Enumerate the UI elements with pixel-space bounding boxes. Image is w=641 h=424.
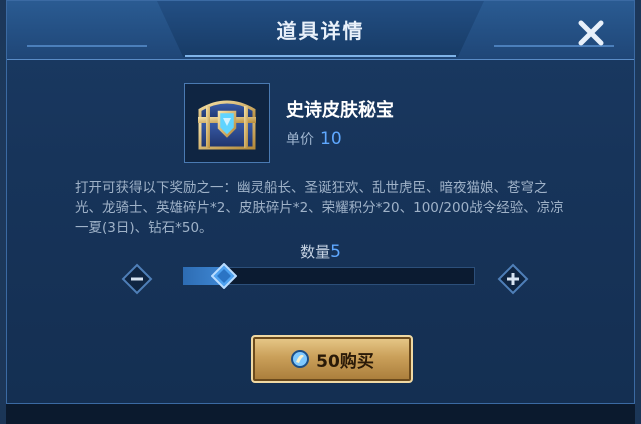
header-divider [185, 55, 456, 57]
unit-price-value: 10 [320, 129, 342, 149]
minus-icon [121, 263, 153, 295]
plus-icon [497, 263, 529, 295]
close-button[interactable] [573, 15, 609, 51]
coupon-icon [291, 350, 310, 368]
item-icon-frame [184, 83, 270, 163]
panel-shadow [6, 404, 635, 424]
header-decoration-left [27, 45, 147, 47]
close-icon [578, 20, 604, 46]
decrease-quantity-button[interactable] [121, 263, 153, 295]
treasure-chest-icon [198, 100, 256, 150]
slider-handle-icon [210, 262, 238, 290]
purchase-button[interactable]: 50购买 [251, 335, 413, 383]
item-detail-dialog: 道具详情 史诗皮肤秘宝 单价 10 打开可获得以下奖励之一：幽灵船长、圣诞狂欢、… [6, 0, 635, 404]
unit-price: 单价 10 [286, 129, 342, 149]
dialog-title: 道具详情 [276, 19, 365, 43]
purchase-label: 50购买 [316, 351, 374, 372]
item-name: 史诗皮肤秘宝 [286, 100, 394, 121]
increase-quantity-button[interactable] [497, 263, 529, 295]
item-description: 打开可获得以下奖励之一：幽灵船长、圣诞狂欢、乱世虎臣、暗夜猫娘、苍穹之光、龙骑士… [75, 180, 564, 236]
unit-price-label: 单价 [286, 132, 314, 148]
quantity-display: 数量5 [7, 241, 634, 262]
quantity-value: 5 [330, 242, 341, 262]
dialog-header: 道具详情 [7, 1, 634, 60]
quantity-slider-handle[interactable] [210, 262, 238, 290]
quantity-label: 数量 [300, 243, 331, 261]
